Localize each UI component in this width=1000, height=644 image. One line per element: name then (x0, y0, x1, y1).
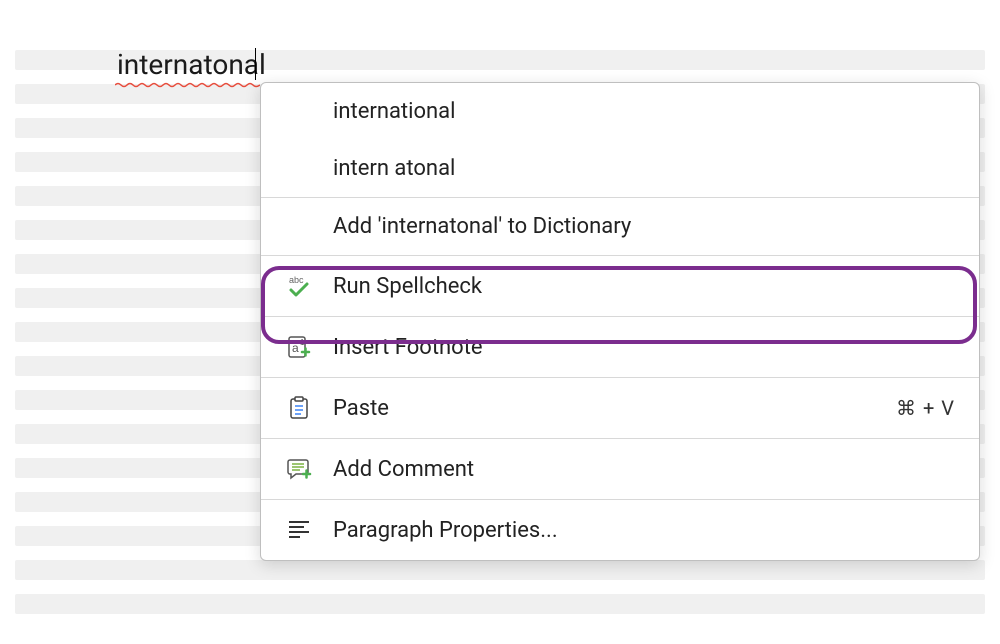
placeholder-line (15, 594, 985, 614)
spellcheck-icon: abc (285, 272, 313, 300)
menu-label: intern atonal (333, 156, 955, 181)
svg-text:1: 1 (300, 338, 305, 347)
spell-suggestion-2[interactable]: intern atonal (261, 140, 979, 197)
text-cursor (255, 48, 256, 80)
menu-label: Paste (333, 396, 896, 421)
spell-suggestion-1[interactable]: international (261, 83, 979, 140)
paragraph-properties[interactable]: Paragraph Properties... (261, 499, 979, 560)
menu-label: international (333, 99, 955, 124)
menu-label: Add Comment (333, 457, 955, 482)
context-menu: international intern atonal Add 'interna… (260, 82, 980, 561)
run-spellcheck[interactable]: abc Run Spellcheck (261, 255, 979, 316)
menu-label: Paragraph Properties... (333, 518, 955, 543)
paste[interactable]: Paste ⌘ + V (261, 377, 979, 438)
misspelled-word[interactable]: internatonal (117, 48, 266, 81)
insert-footnote[interactable]: a 1 Insert Footnote (261, 316, 979, 377)
svg-text:abc: abc (289, 275, 304, 285)
comment-icon (285, 455, 313, 483)
add-comment[interactable]: Add Comment (261, 438, 979, 499)
menu-label: Insert Footnote (333, 335, 955, 360)
paragraph-icon (285, 516, 313, 544)
spellcheck-underline (115, 82, 260, 90)
misspelled-word-container: internatonal (117, 48, 266, 81)
menu-label: Run Spellcheck (333, 274, 955, 299)
clipboard-icon (285, 394, 313, 422)
svg-text:a: a (292, 341, 299, 355)
placeholder-line (15, 560, 985, 580)
footnote-icon: a 1 (285, 333, 313, 361)
add-to-dictionary[interactable]: Add 'internatonal' to Dictionary (261, 197, 979, 255)
keyboard-shortcut: ⌘ + V (896, 396, 955, 420)
menu-label: Add 'internatonal' to Dictionary (333, 214, 955, 239)
